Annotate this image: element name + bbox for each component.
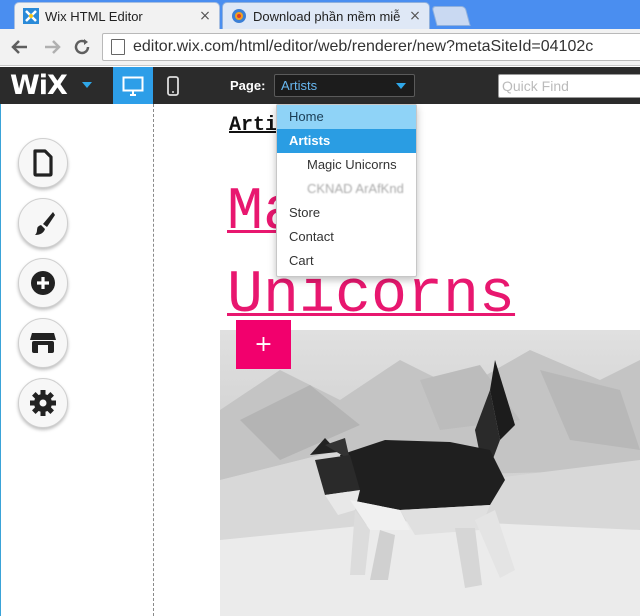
pages-button[interactable] [18, 138, 68, 188]
forward-arrow-icon[interactable] [40, 35, 64, 59]
mobile-view-button[interactable] [156, 67, 190, 104]
wix-top-bar: WiX Page: Artists [0, 67, 640, 104]
page-select-dropdown[interactable]: Artists [274, 74, 415, 97]
design-button[interactable] [18, 198, 68, 248]
page-icon [111, 39, 125, 55]
tab-download[interactable]: Download phần mềm miễ × [222, 2, 430, 29]
chevron-down-icon [396, 83, 406, 89]
dropdown-item-magic-unicorns[interactable]: Magic Unicorns [277, 153, 416, 177]
url-text: editor.wix.com/html/editor/web/renderer/… [133, 38, 594, 55]
quick-find-input[interactable] [498, 74, 640, 98]
new-tab-button[interactable] [431, 6, 471, 26]
left-edge-line [0, 104, 1, 616]
close-tab-icon[interactable]: × [197, 8, 213, 24]
wix-logo[interactable]: WiX [10, 70, 68, 101]
dropdown-item-cart[interactable]: Cart [277, 249, 416, 273]
reload-icon[interactable] [70, 35, 94, 59]
add-element-button[interactable]: + [236, 320, 291, 369]
tab-title: Wix HTML Editor [45, 8, 143, 24]
desktop-view-button[interactable] [113, 67, 153, 104]
add-button[interactable] [18, 258, 68, 308]
mobile-phone-icon [167, 75, 179, 96]
wix-menu-caret-icon[interactable] [82, 82, 92, 88]
page-select-value: Artists [281, 78, 318, 93]
pages-icon [33, 149, 53, 177]
add-plus-icon [31, 271, 55, 295]
tab-wix-html-editor[interactable]: Wix HTML Editor × [14, 2, 220, 29]
dropdown-item-subpage[interactable]: CKNAD ArAfKnd [277, 177, 416, 201]
site-favicon-icon [231, 8, 247, 24]
settings-gear-icon [30, 390, 56, 416]
dropdown-item-artists[interactable]: Artists [277, 129, 416, 153]
desktop-monitor-icon [122, 76, 144, 96]
browser-toolbar: editor.wix.com/html/editor/web/renderer/… [0, 29, 640, 66]
wix-favicon-icon [23, 8, 39, 24]
tab-title: Download phần mềm miễ [253, 8, 401, 24]
address-bar[interactable]: editor.wix.com/html/editor/web/renderer/… [102, 33, 640, 61]
dropdown-item-store[interactable]: Store [277, 201, 416, 225]
design-brush-icon [35, 212, 55, 235]
app-market-icon [30, 333, 56, 353]
origami-cat-illustration [220, 350, 640, 616]
dropdown-item-home[interactable]: Home [277, 105, 416, 129]
page-dropdown-menu: Home Artists Magic Unicorns CKNAD ArAfKn… [276, 104, 417, 277]
app-market-button[interactable] [18, 318, 68, 368]
settings-button[interactable] [18, 378, 68, 428]
page-guide-line [153, 104, 154, 616]
origami-cat-image[interactable] [220, 330, 640, 616]
page-label: Page: [230, 78, 266, 93]
browser-tab-strip: Wix HTML Editor × Download phần mềm miễ … [0, 0, 640, 29]
back-arrow-icon[interactable] [8, 35, 32, 59]
dropdown-item-contact[interactable]: Contact [277, 225, 416, 249]
close-tab-icon[interactable]: × [407, 8, 423, 24]
